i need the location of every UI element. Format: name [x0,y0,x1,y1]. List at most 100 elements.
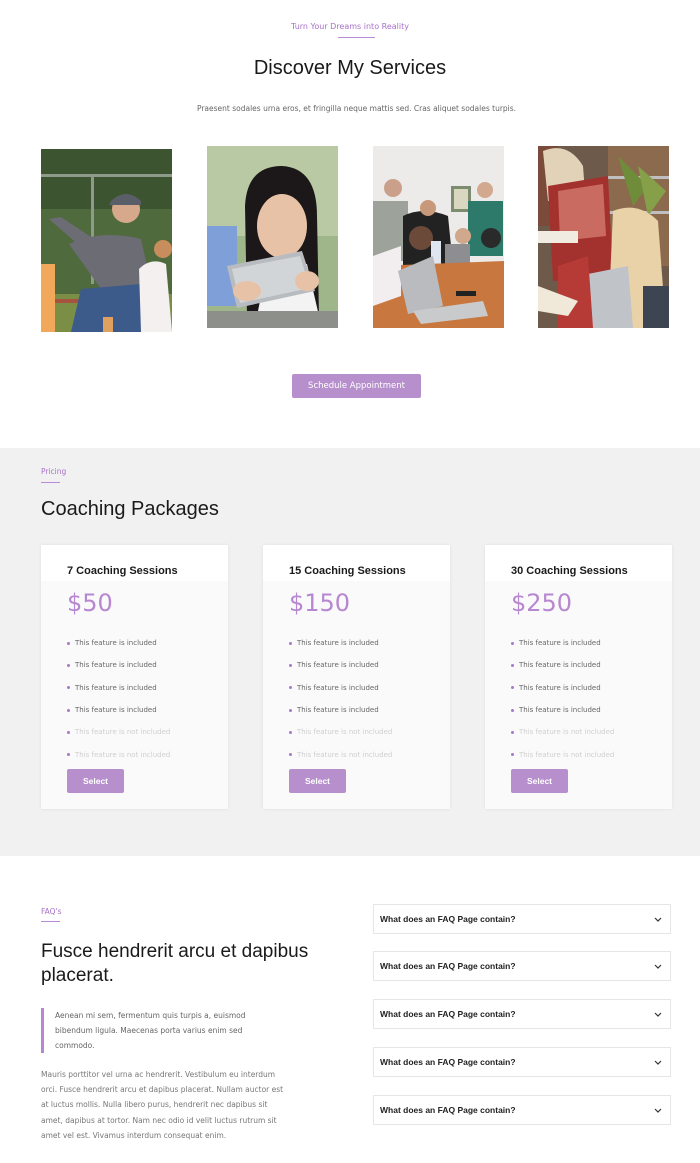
services-title: Discover My Services [253,57,447,79]
faq-accordion-item[interactable]: What does an FAQ Page contain? [373,1095,671,1125]
feature-included: This feature is included [511,699,614,721]
eyebrow-divider [41,921,60,922]
faq-accordion-item[interactable]: What does an FAQ Page contain? [373,1047,671,1077]
feature-label: This feature is included [519,661,601,670]
feature-included: This feature is included [289,632,392,654]
bullet-icon [511,730,514,734]
feature-label: This feature is not included [297,728,393,737]
package-price: $150 [289,589,351,617]
bullet-icon [67,663,70,667]
package-price: $250 [511,589,573,617]
faq-eyebrow: FAQ's [41,907,62,916]
faq-accordion-item[interactable]: What does an FAQ Page contain? [373,904,671,934]
feature-not-included: This feature is not included [67,743,170,765]
feature-included: This feature is included [511,654,614,676]
package-name: 7 Coaching Sessions [67,565,178,577]
feature-not-included: This feature is not included [289,743,392,765]
faq-body-text: Mauris porttitor vel urna ac hendrerit. … [41,1070,284,1140]
faq-section: FAQ's Fusce hendrerit arcu et dapibus pl… [0,856,700,1163]
pricing-card: 7 Coaching Sessions $50 This feature is … [41,545,228,809]
feature-not-included: This feature is not included [67,721,170,743]
bullet-icon [511,663,514,667]
pricing-card: 15 Coaching Sessions $150 This feature i… [263,545,450,809]
feature-list: This feature is included This feature is … [511,632,614,766]
select-package-button[interactable]: Select [511,769,568,793]
feature-label: This feature is not included [297,750,393,759]
feature-label: This feature is included [297,683,379,692]
faq-accordion-item[interactable]: What does an FAQ Page contain? [373,999,671,1029]
services-eyebrow: Turn Your Dreams into Reality [291,22,409,31]
eyebrow-divider [41,482,60,483]
feature-included: This feature is included [289,699,392,721]
faq-accordion-item[interactable]: What does an FAQ Page contain? [373,951,671,981]
feature-list: This feature is included This feature is … [67,632,170,766]
feature-label: This feature is included [297,706,379,715]
bullet-icon [67,641,70,645]
pricing-eyebrow: Pricing [41,467,67,476]
bullet-icon [67,686,70,690]
service-photo-tablet [207,146,338,328]
feature-label: This feature is included [75,639,157,648]
feature-label: This feature is included [519,706,601,715]
bullet-icon [289,730,292,734]
bullet-icon [67,730,70,734]
feature-label: This feature is included [519,639,601,648]
package-price: $50 [67,589,113,617]
faq-question: What does an FAQ Page contain? [380,1105,516,1115]
feature-included: This feature is included [289,677,392,699]
feature-included: This feature is included [289,654,392,676]
bullet-icon [289,753,292,757]
bullet-icon [511,708,514,712]
bullet-icon [289,686,292,690]
feature-label: This feature is not included [519,728,615,737]
pricing-card: 30 Coaching Sessions $250 This feature i… [485,545,672,809]
faq-question: What does an FAQ Page contain? [380,914,516,924]
select-package-button[interactable]: Select [289,769,346,793]
chevron-down-icon[interactable] [653,1057,663,1067]
feature-included: This feature is included [511,632,614,654]
services-subtitle: Praesent sodales urna eros, et fringilla… [196,104,517,113]
faq-question: What does an FAQ Page contain? [380,1009,516,1019]
chevron-down-icon[interactable] [653,914,663,924]
feature-label: This feature is not included [75,728,171,737]
feature-label: This feature is included [297,639,379,648]
feature-list: This feature is included This feature is … [289,632,392,766]
feature-not-included: This feature is not included [511,721,614,743]
feature-included: This feature is included [67,632,170,654]
service-photo-team [373,146,504,328]
package-name: 30 Coaching Sessions [511,565,628,577]
feature-included: This feature is included [67,699,170,721]
bullet-icon [289,663,292,667]
bullet-icon [67,753,70,757]
services-section: Turn Your Dreams into Reality Discover M… [0,0,700,448]
bullet-icon [289,708,292,712]
feature-label: This feature is not included [519,750,615,759]
select-package-button[interactable]: Select [67,769,124,793]
chevron-down-icon[interactable] [653,1105,663,1115]
bullet-icon [67,708,70,712]
feature-not-included: This feature is not included [289,721,392,743]
service-photo-reading [538,146,669,328]
chevron-down-icon[interactable] [653,961,663,971]
faq-question: What does an FAQ Page contain? [380,961,516,971]
pricing-title: Coaching Packages [41,498,219,520]
feature-included: This feature is included [67,654,170,676]
faq-title: Fusce hendrerit arcu et dapibus placerat… [41,941,309,986]
chevron-down-icon[interactable] [653,1009,663,1019]
faq-question: What does an FAQ Page contain? [380,1057,516,1067]
feature-label: This feature is included [75,683,157,692]
feature-label: This feature is included [75,661,157,670]
feature-included: This feature is included [511,677,614,699]
feature-label: This feature is included [519,683,601,692]
feature-not-included: This feature is not included [511,743,614,765]
bullet-icon [511,641,514,645]
eyebrow-divider [338,37,375,38]
feature-label: This feature is included [297,661,379,670]
bullet-icon [289,641,292,645]
service-photo-coach [41,149,172,332]
schedule-appointment-button[interactable]: Schedule Appointment [292,374,421,398]
package-name: 15 Coaching Sessions [289,565,406,577]
feature-included: This feature is included [67,677,170,699]
bullet-icon [511,686,514,690]
pricing-section: Pricing Coaching Packages 7 Coaching Ses… [0,448,700,856]
